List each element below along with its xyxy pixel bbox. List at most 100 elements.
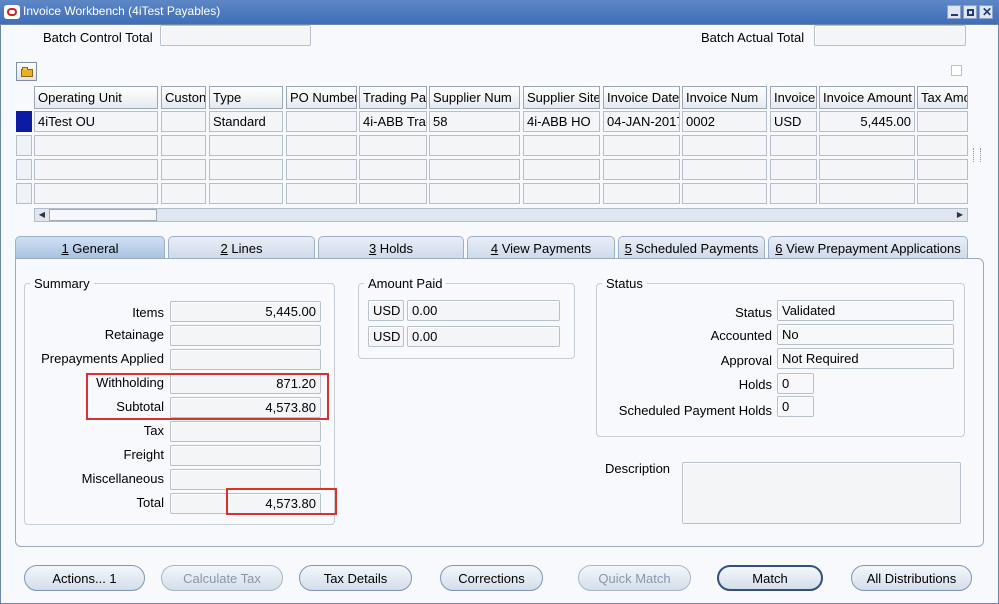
cell-trading-partner[interactable]: 4i-ABB Tra: [359, 111, 427, 132]
grid-empty-cell[interactable]: [523, 135, 600, 156]
grid-empty-cell[interactable]: [603, 183, 680, 204]
amount-paid-currency[interactable]: USD: [368, 300, 404, 321]
amount-paid-currency[interactable]: USD: [368, 326, 404, 347]
col-supplier-num[interactable]: Supplier Num: [429, 86, 520, 109]
scroll-left-icon[interactable]: ◀: [36, 210, 48, 220]
grid-empty-cell[interactable]: [34, 159, 158, 180]
col-supplier-site[interactable]: Supplier Site: [523, 86, 600, 109]
grid-empty-cell[interactable]: [429, 159, 520, 180]
scheduled-payment-holds-field[interactable]: 0: [777, 396, 814, 417]
grid-empty-cell[interactable]: [209, 183, 283, 204]
grid-empty-cell[interactable]: [209, 159, 283, 180]
grid-empty-cell[interactable]: [161, 135, 206, 156]
tax-field[interactable]: [170, 421, 321, 442]
grid-empty-cell[interactable]: [34, 135, 158, 156]
grid-empty-cell[interactable]: [429, 183, 520, 204]
cell-tax-amount[interactable]: [917, 111, 968, 132]
grid-empty-cell[interactable]: [286, 159, 357, 180]
grid-empty-cell[interactable]: [523, 183, 600, 204]
tax-details-button[interactable]: Tax Details: [299, 565, 412, 591]
match-button[interactable]: Match: [717, 565, 823, 591]
tab-view-payments[interactable]: 4 View Payments: [467, 236, 615, 258]
row-selector[interactable]: [16, 159, 32, 180]
status-field[interactable]: Validated: [777, 300, 954, 321]
cell-operating-unit[interactable]: 4iTest OU: [34, 111, 158, 132]
grid-vertical-scrollbar[interactable]: [970, 86, 984, 216]
retainage-field[interactable]: [170, 325, 321, 346]
grid-empty-cell[interactable]: [209, 135, 283, 156]
cell-supplier-num[interactable]: 58: [429, 111, 520, 132]
col-trading-partner[interactable]: Trading Pa: [359, 86, 427, 109]
grid-empty-cell[interactable]: [603, 159, 680, 180]
close-icon[interactable]: ✕: [979, 5, 993, 19]
grid-empty-cell[interactable]: [819, 159, 915, 180]
approval-field[interactable]: Not Required: [777, 348, 954, 369]
corrections-button[interactable]: Corrections: [440, 565, 543, 591]
accounted-field[interactable]: No: [777, 324, 954, 345]
grid-empty-cell[interactable]: [523, 159, 600, 180]
batch-actual-total-field[interactable]: [814, 25, 966, 46]
grid-empty-cell[interactable]: [286, 135, 357, 156]
grid-empty-cell[interactable]: [819, 183, 915, 204]
cell-invoice-num[interactable]: 0002: [682, 111, 767, 132]
maximize-icon[interactable]: [963, 5, 977, 19]
cell-customer[interactable]: [161, 111, 206, 132]
all-distributions-button[interactable]: All Distributions: [851, 565, 972, 591]
grid-empty-cell[interactable]: [359, 135, 427, 156]
grid-empty-cell[interactable]: [359, 159, 427, 180]
grid-empty-cell[interactable]: [819, 135, 915, 156]
grid-empty-cell[interactable]: [34, 183, 158, 204]
quick-match-button[interactable]: Quick Match: [578, 565, 691, 591]
col-operating-unit[interactable]: Operating Unit: [34, 86, 158, 109]
items-field[interactable]: 5,445.00: [170, 301, 321, 322]
col-invoice-amount[interactable]: Invoice Amount: [819, 86, 915, 109]
tab-view-prepayment-applications[interactable]: 6 View Prepayment Applications: [768, 236, 968, 258]
scroll-thumb[interactable]: [49, 209, 157, 221]
freight-field[interactable]: [170, 445, 321, 466]
cell-invoice-amount[interactable]: 5,445.00: [819, 111, 915, 132]
grid-empty-cell[interactable]: [770, 135, 817, 156]
amount-paid-value[interactable]: 0.00: [407, 300, 560, 321]
row-selector[interactable]: [16, 135, 32, 156]
grid-empty-cell[interactable]: [682, 135, 767, 156]
col-type[interactable]: Type: [209, 86, 283, 109]
minimize-icon[interactable]: [947, 5, 961, 19]
grid-empty-cell[interactable]: [770, 183, 817, 204]
prepayments-applied-field[interactable]: [170, 349, 321, 370]
grid-empty-cell[interactable]: [286, 183, 357, 204]
tab-lines[interactable]: 2 Lines: [168, 236, 315, 258]
grid-empty-cell[interactable]: [161, 183, 206, 204]
grid-empty-cell[interactable]: [603, 135, 680, 156]
actions-button[interactable]: Actions... 1: [24, 565, 145, 591]
grid-empty-cell[interactable]: [917, 183, 968, 204]
miscellaneous-field[interactable]: [170, 469, 321, 490]
holds-field[interactable]: 0: [777, 373, 814, 394]
folder-checkbox[interactable]: [951, 65, 962, 76]
grid-empty-cell[interactable]: [161, 159, 206, 180]
col-invoice-date[interactable]: Invoice Date: [603, 86, 680, 109]
tab-scheduled-payments[interactable]: 5 Scheduled Payments: [618, 236, 765, 258]
grid-empty-cell[interactable]: [682, 183, 767, 204]
grid-empty-cell[interactable]: [682, 159, 767, 180]
cell-invoice-date[interactable]: 04-JAN-2017: [603, 111, 680, 132]
grid-horizontal-scrollbar[interactable]: ◀ ▶: [34, 208, 968, 222]
col-invoice-currency[interactable]: Invoice: [770, 86, 817, 109]
grid-empty-cell[interactable]: [917, 159, 968, 180]
cell-type[interactable]: Standard: [209, 111, 283, 132]
scroll-right-icon[interactable]: ▶: [954, 210, 966, 220]
grid-empty-cell[interactable]: [917, 135, 968, 156]
amount-paid-value[interactable]: 0.00: [407, 326, 560, 347]
row-selector[interactable]: [16, 111, 32, 132]
description-field[interactable]: [682, 462, 961, 524]
calculate-tax-button[interactable]: Calculate Tax: [161, 565, 283, 591]
batch-control-total-field[interactable]: [160, 25, 311, 46]
col-tax-amount[interactable]: Tax Amo: [917, 86, 968, 109]
col-invoice-num[interactable]: Invoice Num: [682, 86, 767, 109]
row-selector[interactable]: [16, 183, 32, 204]
tab-general[interactable]: 1 General: [15, 236, 165, 258]
tab-holds[interactable]: 3 Holds: [318, 236, 464, 258]
grid-empty-cell[interactable]: [429, 135, 520, 156]
cell-invoice-currency[interactable]: USD: [770, 111, 817, 132]
cell-po-number[interactable]: [286, 111, 357, 132]
col-po-number[interactable]: PO Number: [286, 86, 357, 109]
